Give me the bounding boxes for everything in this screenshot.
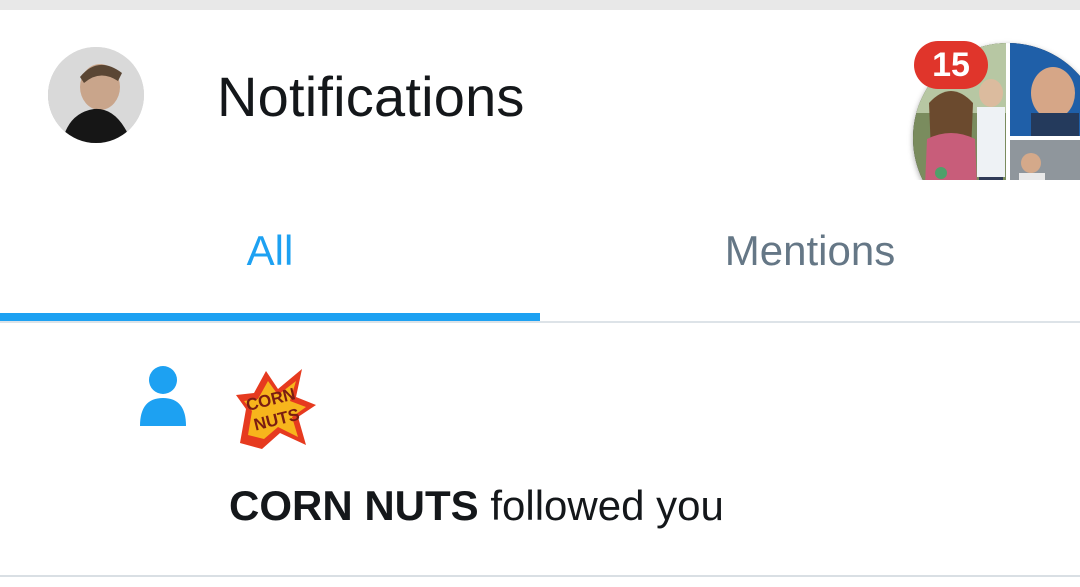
actor-name[interactable]: CORN NUTS bbox=[229, 482, 479, 529]
notification-action: followed you bbox=[478, 482, 724, 529]
notification-text: CORN NUTS followed you bbox=[229, 481, 724, 531]
selected-tab-indicator bbox=[0, 313, 540, 321]
item-divider bbox=[0, 575, 1080, 577]
profile-avatar[interactable] bbox=[48, 47, 144, 143]
tab-mentions[interactable]: Mentions bbox=[540, 180, 1080, 322]
top-app-bar: Notifications 15 bbox=[0, 10, 1080, 233]
page-title: Notifications bbox=[217, 65, 525, 128]
tab-all[interactable]: All bbox=[0, 180, 540, 322]
status-bar bbox=[0, 0, 1080, 10]
avatar-photo-icon bbox=[48, 47, 144, 143]
notification-tabs: All Mentions bbox=[0, 180, 1080, 322]
corn-nuts-logo[interactable]: CORN NUTS bbox=[232, 365, 318, 449]
unread-count-badge: 15 bbox=[914, 41, 988, 89]
notification-item[interactable]: CORN NUTS CORN NUTS followed you bbox=[0, 323, 1080, 575]
person-follow-icon bbox=[140, 366, 186, 426]
